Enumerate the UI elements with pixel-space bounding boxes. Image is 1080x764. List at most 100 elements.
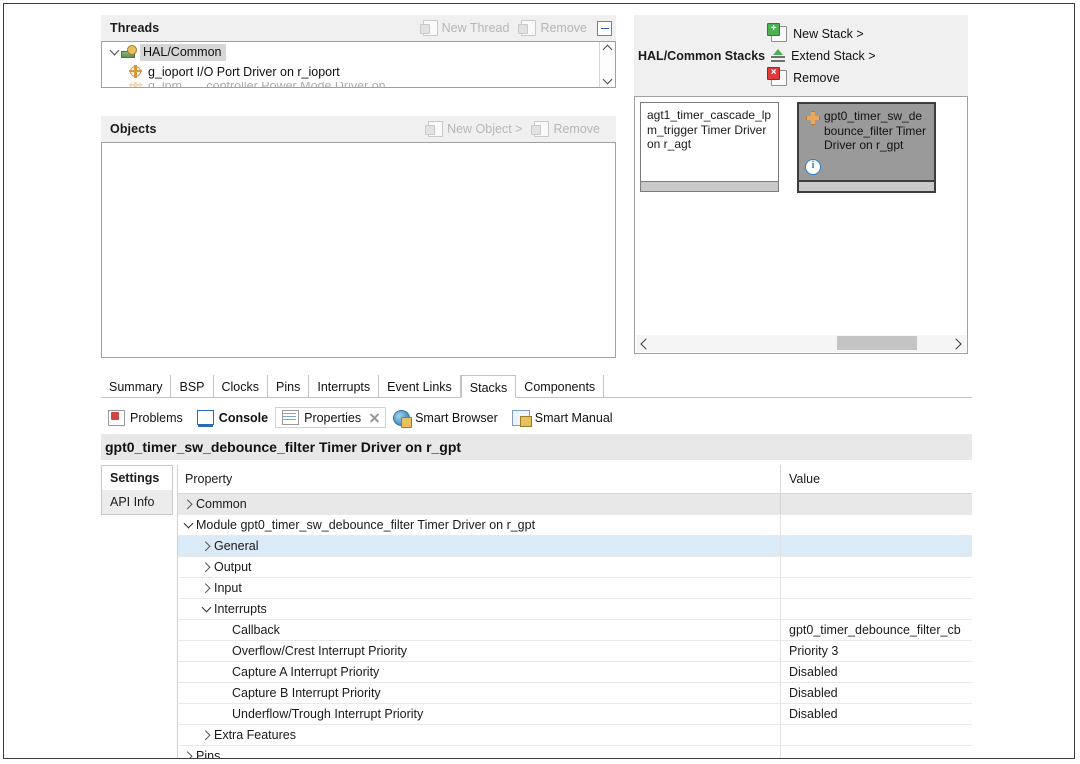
remove-object-label: Remove	[553, 122, 600, 136]
remove-stack-label: Remove	[793, 70, 840, 85]
extend-stack-button[interactable]: Extend Stack >	[771, 48, 876, 63]
row-label-wrap: Callback	[216, 623, 280, 637]
scroll-up-icon[interactable]	[604, 45, 612, 53]
chevron-right-icon[interactable]	[198, 541, 214, 551]
new-stack-icon	[767, 22, 788, 42]
view-tab-smart-browser-label: Smart Browser	[415, 410, 498, 425]
table-row[interactable]: Interrupts	[178, 599, 972, 620]
chevron-right-icon[interactable]	[198, 730, 214, 740]
threads-tree[interactable]: HAL/Common g_ioport I/O Port Driver on r…	[101, 41, 616, 88]
table-row[interactable]: Capture B Interrupt Priority Disabled	[178, 683, 972, 704]
tab-interrupts-label: Interrupts	[317, 380, 371, 394]
stack-card-gpt0[interactable]: gpt0_timer_sw_debounce_filter Timer Driv…	[797, 102, 936, 193]
new-thread-button[interactable]: New Thread	[419, 20, 510, 36]
extend-stack-label: Extend Stack >	[791, 48, 876, 63]
tree-item-ioport[interactable]: g_ioport I/O Port Driver on r_ioport	[102, 62, 615, 82]
remove-thread-button[interactable]: Remove	[518, 20, 587, 36]
table-row[interactable]: Common	[178, 494, 972, 515]
new-stack-button[interactable]: New Stack >	[767, 22, 875, 42]
remove-object-button[interactable]: Remove	[531, 121, 600, 137]
remove-thread-icon	[518, 20, 537, 36]
info-icon[interactable]: i	[805, 159, 821, 175]
scroll-thumb[interactable]	[836, 336, 917, 350]
chevron-right-icon[interactable]	[180, 751, 196, 758]
remove-thread-label: Remove	[540, 21, 587, 35]
view-tab-problems[interactable]: Problems	[101, 407, 190, 429]
chevron-down-icon[interactable]	[108, 45, 121, 56]
row-label: Module gpt0_timer_sw_debounce_filter Tim…	[196, 518, 536, 532]
tab-event-links[interactable]: Event Links	[379, 375, 461, 397]
table-row[interactable]: Capture A Interrupt Priority Disabled	[178, 662, 972, 683]
side-tab-settings[interactable]: Settings	[101, 465, 173, 490]
scroll-track[interactable]	[653, 335, 949, 352]
view-tab-console[interactable]: Console	[190, 407, 275, 428]
row-label: Callback	[232, 623, 280, 637]
scroll-left-icon[interactable]	[636, 337, 653, 350]
table-row[interactable]: Callback gpt0_timer_debounce_filter_cb	[178, 620, 972, 641]
new-thread-label: New Thread	[441, 21, 510, 35]
tab-components[interactable]: Components	[516, 375, 605, 397]
row-label-wrap: Underflow/Trough Interrupt Priority	[216, 707, 423, 721]
stack-card-agt1[interactable]: agt1_timer_cascade_lpm_trigger Timer Dri…	[640, 102, 779, 193]
chevron-right-icon[interactable]	[198, 583, 214, 593]
threads-panel: Threads New Thread Remove HAL/Common g_i…	[101, 15, 616, 88]
row-value[interactable]: Priority 3	[789, 644, 838, 658]
view-tab-properties[interactable]: Properties	[275, 407, 387, 428]
row-value[interactable]: gpt0_timer_debounce_filter_cb	[789, 623, 961, 637]
new-stack-label: New Stack >	[793, 26, 864, 41]
tab-pins[interactable]: Pins	[268, 375, 310, 397]
tab-pins-label: Pins	[276, 380, 301, 394]
stacks-panel-actions: New Stack > Extend Stack > Remove	[767, 22, 876, 86]
new-object-button[interactable]: New Object >	[425, 121, 523, 137]
table-row[interactable]: Input	[178, 578, 972, 599]
stacks-canvas[interactable]: agt1_timer_cascade_lpm_trigger Timer Dri…	[634, 96, 968, 354]
table-row[interactable]: Underflow/Trough Interrupt Priority Disa…	[178, 704, 972, 725]
threads-panel-title: Threads	[110, 21, 160, 35]
tab-clocks[interactable]: Clocks	[214, 375, 269, 397]
row-value[interactable]: Disabled	[789, 707, 838, 721]
chevron-down-icon[interactable]	[198, 602, 214, 613]
close-icon[interactable]	[369, 412, 380, 423]
view-tab-smart-manual[interactable]: Smart Manual	[505, 407, 620, 429]
column-header-value: Value	[780, 465, 972, 493]
threads-panel-header: Threads New Thread Remove	[101, 15, 616, 41]
properties-body: Settings API Info Property Value Common …	[101, 465, 972, 758]
tab-summary[interactable]: Summary	[101, 375, 172, 397]
side-tab-api-info[interactable]: API Info	[101, 490, 173, 515]
stacks-horizontal-scrollbar[interactable]	[636, 335, 966, 352]
stack-card-agt1-footer	[640, 182, 779, 192]
chevron-down-icon[interactable]	[180, 518, 196, 529]
new-object-label: New Object >	[447, 122, 523, 136]
row-label: Input	[214, 581, 242, 595]
table-row[interactable]: Overflow/Crest Interrupt Priority Priori…	[178, 641, 972, 662]
scroll-down-icon[interactable]	[604, 76, 612, 84]
row-label: Overflow/Crest Interrupt Priority	[232, 644, 408, 658]
chevron-right-icon[interactable]	[198, 562, 214, 572]
tree-item-partial[interactable]: g_lpm_..._controller Power Mode Driver o…	[102, 82, 615, 87]
remove-stack-button[interactable]: Remove	[767, 66, 875, 86]
tab-interrupts[interactable]: Interrupts	[309, 375, 380, 397]
stack-card-agt1-label: agt1_timer_cascade_lpm_trigger Timer Dri…	[647, 108, 772, 151]
extend-stack-icon	[771, 48, 786, 63]
stack-card-gpt0-label: gpt0_timer_sw_debounce_filter Timer Driv…	[824, 109, 927, 152]
chevron-right-icon[interactable]	[180, 499, 196, 509]
row-value[interactable]: Disabled	[789, 686, 838, 700]
row-value[interactable]: Disabled	[789, 665, 838, 679]
table-row[interactable]: Pins	[178, 746, 972, 758]
row-label-wrap: Overflow/Crest Interrupt Priority	[216, 644, 407, 658]
tab-bsp[interactable]: BSP	[171, 375, 214, 397]
table-row[interactable]: Module gpt0_timer_sw_debounce_filter Tim…	[178, 515, 972, 536]
table-row[interactable]: Output	[178, 557, 972, 578]
threads-tree-scrollbar[interactable]	[599, 42, 615, 87]
table-row[interactable]: Extra Features	[178, 725, 972, 746]
scroll-right-icon[interactable]	[949, 337, 966, 350]
tab-stacks[interactable]: Stacks	[460, 375, 517, 398]
remove-stack-icon	[767, 66, 788, 86]
new-object-icon	[425, 121, 444, 137]
tree-item-hal-common[interactable]: HAL/Common	[102, 42, 615, 62]
collapse-all-icon[interactable]	[597, 20, 612, 36]
objects-list[interactable]	[101, 142, 616, 358]
view-tab-smart-browser[interactable]: Smart Browser	[386, 407, 505, 429]
remove-object-icon	[531, 121, 550, 137]
table-row[interactable]: General	[178, 536, 972, 557]
